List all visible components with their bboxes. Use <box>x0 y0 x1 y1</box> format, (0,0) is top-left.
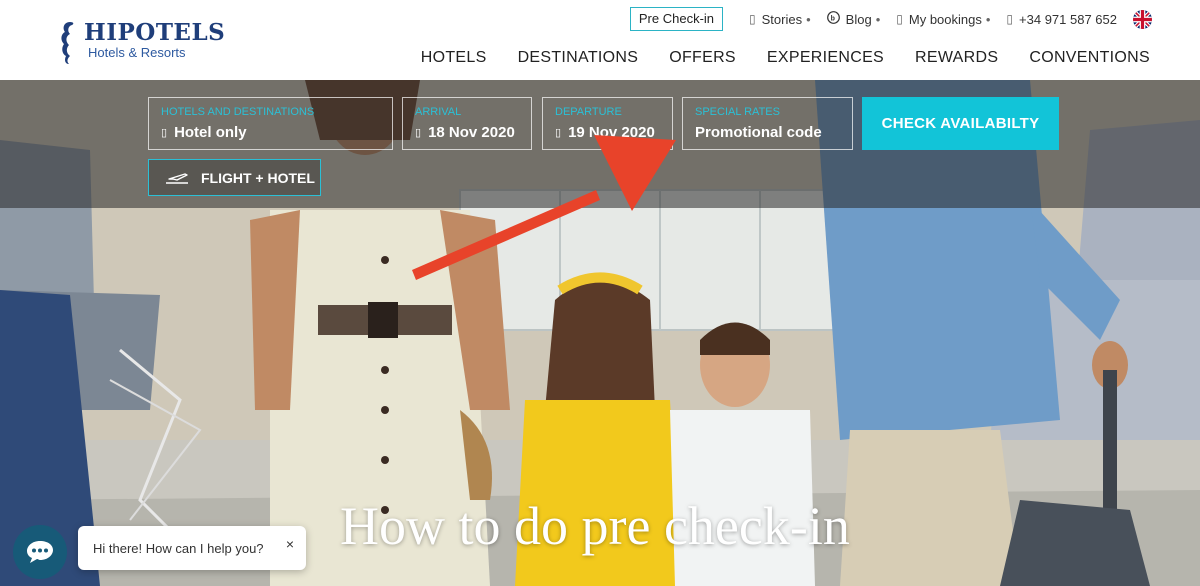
site-header: HIPOTELS Hotels & Resorts Pre Check-in ▯… <box>0 0 1200 80</box>
nav-experiences[interactable]: EXPERIENCES <box>767 49 884 67</box>
nav-destinations[interactable]: DESTINATIONS <box>518 49 639 67</box>
bookings-icon: ▯ <box>896 12 903 26</box>
my-bookings-link[interactable]: ▯ My bookings • <box>896 12 990 27</box>
nav-hotels[interactable]: HOTELS <box>421 49 487 67</box>
nav-offers[interactable]: OFFERS <box>669 49 736 67</box>
stories-icon: ▯ <box>749 12 756 26</box>
phone-link[interactable]: ▯ +34 971 587 652 <box>1006 12 1117 27</box>
blog-label: Blog <box>845 11 872 27</box>
stories-label: Stories <box>761 11 803 27</box>
hero-section: HOTELS AND DESTINATIONS ▯ Hotel only ARRI… <box>0 80 1200 586</box>
chat-launcher-button[interactable] <box>13 525 67 579</box>
stories-link[interactable]: ▯ Stories • <box>749 12 811 27</box>
hero-title: How to do pre check-in <box>340 496 850 556</box>
utility-links: Pre Check-in ▯ Stories • b Blog • ▯ My b… <box>629 7 1152 31</box>
chat-bubble-icon <box>27 541 53 563</box>
my-bookings-label: My bookings <box>908 11 982 27</box>
nav-rewards[interactable]: REWARDS <box>915 49 998 67</box>
close-icon[interactable]: × <box>286 536 294 552</box>
blog-link[interactable]: b Blog • <box>826 11 881 27</box>
svg-text:b: b <box>830 15 834 22</box>
logo[interactable]: HIPOTELS Hotels & Resorts <box>56 20 225 66</box>
blog-icon: b <box>826 11 840 27</box>
brand-tagline: Hotels & Resorts <box>88 45 186 60</box>
chat-message: Hi there! How can I help you? <box>93 540 264 556</box>
separator-dot: • <box>875 11 881 27</box>
separator-dot: • <box>985 11 991 27</box>
phone-icon: ▯ <box>1006 12 1014 26</box>
precheckin-button[interactable]: Pre Check-in <box>629 7 724 31</box>
phone-number: +34 971 587 652 <box>1019 11 1117 27</box>
chat-greeting-popup[interactable]: Hi there! How can I help you? × <box>78 526 306 570</box>
main-navigation: HOTELS DESTINATIONS OFFERS EXPERIENCES R… <box>390 49 1150 67</box>
seahorse-icon <box>61 22 74 64</box>
brand-name: HIPOTELS <box>84 19 226 46</box>
separator-dot: • <box>806 11 811 27</box>
nav-conventions[interactable]: CONVENTIONS <box>1029 49 1150 67</box>
uk-flag-icon[interactable] <box>1133 9 1152 29</box>
